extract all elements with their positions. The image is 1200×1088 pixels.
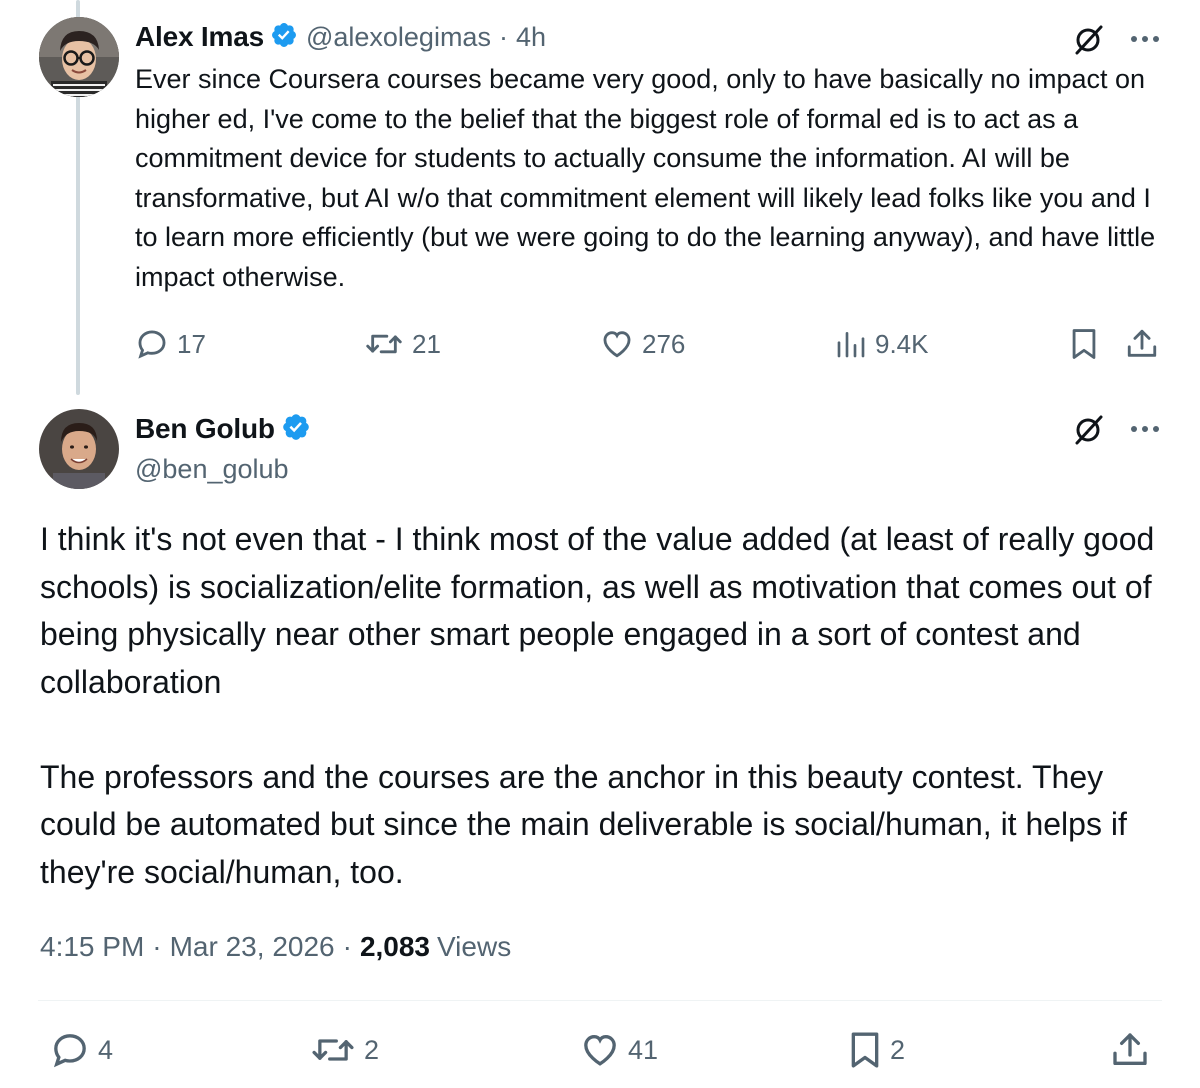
more-icon[interactable] — [1125, 414, 1165, 444]
post-header: Alex Imas @alexolegimas · 4h — [135, 18, 546, 56]
grok-icon[interactable] — [1068, 20, 1108, 60]
post-date[interactable]: Mar 23, 2026 — [170, 931, 335, 963]
post-text: I think it's not even that - I think mos… — [40, 521, 1155, 890]
header-separator: · — [498, 21, 508, 52]
share-button[interactable] — [1124, 326, 1160, 362]
like-icon — [584, 1034, 616, 1066]
repost-icon — [312, 1039, 354, 1061]
author-name[interactable]: Alex Imas — [135, 21, 264, 53]
views-icon — [837, 332, 865, 358]
repost-count: 2 — [364, 1034, 380, 1065]
meta-separator: · — [342, 931, 352, 962]
divider — [38, 1000, 1162, 1001]
author-handle[interactable]: @alexolegimas — [306, 22, 491, 53]
like-count: 276 — [642, 328, 686, 359]
repost-button[interactable]: 2 — [310, 1030, 379, 1070]
post-time[interactable]: 4:15 PM — [40, 931, 144, 963]
repost-count: 21 — [412, 328, 441, 359]
avatar[interactable] — [39, 17, 119, 97]
author-name[interactable]: Ben Golub — [135, 413, 275, 445]
reply-icon — [138, 330, 166, 359]
reply-button[interactable]: 17 — [135, 326, 206, 362]
grok-icon[interactable] — [1068, 410, 1108, 450]
like-icon — [603, 331, 631, 358]
avatar-image — [39, 17, 119, 97]
bookmark-icon — [1072, 329, 1096, 359]
reply-count: 17 — [177, 328, 206, 359]
bookmark-icon — [851, 1032, 879, 1068]
post-time[interactable]: 4h — [516, 22, 546, 53]
reply-button[interactable]: 4 — [50, 1030, 113, 1070]
verified-badge-icon — [281, 412, 311, 447]
views-label: Views — [437, 931, 512, 962]
post-header: Ben Golub — [135, 410, 311, 448]
more-icon[interactable] — [1125, 24, 1165, 54]
views-count: 2,083 — [359, 931, 431, 962]
avatar[interactable] — [39, 409, 119, 489]
bookmark-button[interactable] — [1066, 326, 1102, 362]
share-icon — [1127, 329, 1157, 357]
like-button[interactable]: 276 — [600, 326, 685, 362]
author-handle[interactable]: @ben_golub — [135, 450, 289, 488]
post-meta: 4:15 PM · Mar 23, 2026 · 2,083 Views — [40, 927, 511, 967]
bookmark-count: 2 — [890, 1034, 906, 1065]
meta-separator: · — [152, 931, 162, 962]
like-count: 41 — [628, 1034, 659, 1065]
share-icon — [1113, 1033, 1147, 1065]
repost-icon — [366, 334, 402, 354]
like-button[interactable]: 41 — [580, 1030, 658, 1070]
reply-icon — [53, 1034, 86, 1068]
avatar-image — [39, 409, 119, 489]
repost-button[interactable]: 21 — [364, 326, 441, 362]
views-button[interactable]: 9.4K — [835, 326, 929, 362]
reply-count: 4 — [98, 1034, 114, 1065]
views-count: 9.4K — [875, 328, 929, 359]
bookmark-button[interactable]: 2 — [848, 1030, 905, 1070]
post-text: Ever since Coursera courses became very … — [135, 64, 1156, 292]
verified-badge-icon — [270, 21, 298, 54]
share-button[interactable] — [1110, 1030, 1150, 1070]
